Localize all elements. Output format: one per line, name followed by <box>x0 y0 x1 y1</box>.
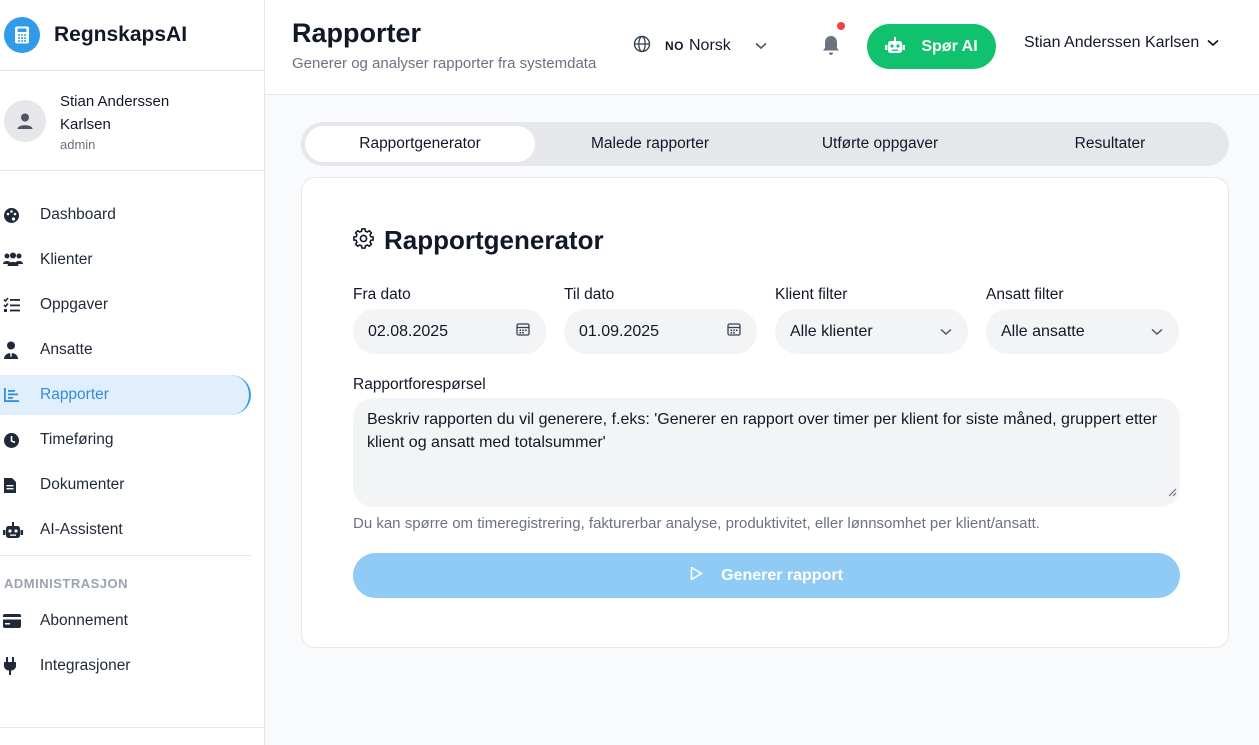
employee-filter-select[interactable]: Alle ansatte <box>986 309 1179 354</box>
document-icon <box>3 473 27 497</box>
robot-icon <box>3 518 27 542</box>
tab-resultater[interactable]: Resultater <box>995 126 1225 162</box>
from-date-label: Fra dato <box>353 286 411 303</box>
chart-icon <box>3 383 27 407</box>
sidebar-footer-divider <box>0 727 264 728</box>
to-date-label: Til dato <box>564 286 615 303</box>
chevron-down-icon <box>1151 323 1163 341</box>
sidebar-item-label: Dashboard <box>40 206 116 223</box>
client-filter-value: Alle klienter <box>790 322 873 340</box>
calendar-icon[interactable] <box>516 322 530 341</box>
language-name: Norsk <box>689 37 731 54</box>
sidebar-item-oppgaver[interactable]: Oppgaver <box>0 285 264 325</box>
sidebar-item-ansatte[interactable]: Ansatte <box>0 330 264 370</box>
request-hint: Du kan spørre om timeregistrering, faktu… <box>353 515 1040 532</box>
report-generator-card: Rapportgenerator Fra dato 02.08.2025 Til… <box>301 177 1229 648</box>
employee-icon <box>3 338 27 362</box>
admin-section-heading: ADMINISTRASJON <box>4 576 129 591</box>
tab-rapportgenerator[interactable]: Rapportgenerator <box>305 126 535 162</box>
calendar-icon[interactable] <box>727 322 741 341</box>
to-date-field: Til dato 01.09.2025 <box>564 286 757 354</box>
from-date-value: 02.08.2025 <box>368 322 449 340</box>
user-menu-name: Stian Anderssen Karlsen <box>1024 34 1200 51</box>
ask-ai-label: Spør AI <box>921 37 978 55</box>
employee-filter-field: Ansatt filter Alle ansatte <box>986 286 1179 354</box>
chevron-down-icon <box>755 37 767 55</box>
sidebar-nav: Dashboard Klienter Oppgaver Ansatte Rapp… <box>0 171 264 686</box>
ask-ai-button[interactable]: Spør AI <box>867 24 996 69</box>
user-menu[interactable]: Stian Anderssen Karlsen <box>1024 34 1219 52</box>
sidebar-item-label: Ansatte <box>40 341 93 358</box>
request-textarea[interactable]: Beskriv rapporten du vil generere, f.eks… <box>353 398 1180 507</box>
app-name: RegnskapsAI <box>54 23 188 46</box>
sidebar: RegnskapsAI Stian Anderssen Karlsen admi… <box>0 0 265 745</box>
top-header: Rapporter Generer og analyser rapporter … <box>265 0 1259 95</box>
chevron-down-icon <box>940 323 952 341</box>
globe-icon <box>633 35 651 58</box>
user-profile: Stian Anderssen Karlsen admin <box>0 71 264 171</box>
language-code: NO <box>665 39 684 53</box>
card-title-text: Rapportgenerator <box>384 225 604 255</box>
credit-card-icon <box>3 609 27 633</box>
sidebar-item-timeforing[interactable]: Timeføring <box>0 420 264 460</box>
brand[interactable]: RegnskapsAI <box>0 0 264 71</box>
bell-icon <box>821 36 841 60</box>
sidebar-item-label: Abonnement <box>40 612 128 629</box>
sidebar-item-label: Rapporter <box>40 386 109 403</box>
sidebar-item-label: Dokumenter <box>40 476 125 493</box>
sidebar-item-label: Integrasjoner <box>40 657 131 674</box>
sidebar-divider <box>0 555 251 556</box>
employee-filter-label: Ansatt filter <box>986 286 1064 303</box>
page-subtitle: Generer og analyser rapporter fra system… <box>292 55 597 72</box>
robot-icon <box>885 36 906 57</box>
sidebar-item-label: Oppgaver <box>40 296 109 313</box>
sidebar-item-klienter[interactable]: Klienter <box>0 240 264 280</box>
card-title: Rapportgenerator <box>353 225 604 256</box>
sidebar-item-dashboard[interactable]: Dashboard <box>0 195 264 235</box>
sidebar-item-abonnement[interactable]: Abonnement <box>0 601 264 641</box>
notification-badge <box>837 22 845 30</box>
generate-report-label: Generer rapport <box>721 566 843 584</box>
clock-icon <box>3 428 27 452</box>
plug-icon <box>3 654 27 678</box>
person-icon <box>17 113 33 129</box>
resize-handle-icon[interactable] <box>1168 481 1177 504</box>
to-date-input[interactable]: 01.09.2025 <box>564 309 757 354</box>
play-icon <box>690 566 703 586</box>
page-title: Rapporter <box>292 18 422 48</box>
sidebar-item-dokumenter[interactable]: Dokumenter <box>0 465 264 505</box>
sidebar-item-integrasjoner[interactable]: Integrasjoner <box>0 646 264 686</box>
palette-icon <box>3 203 27 227</box>
people-icon <box>3 248 27 272</box>
sidebar-item-ai-assistent[interactable]: AI-Assistent <box>0 510 264 550</box>
tab-malede-rapporter[interactable]: Malede rapporter <box>535 126 765 162</box>
checklist-icon <box>3 293 27 317</box>
profile-name: Stian Anderssen Karlsen <box>60 92 170 133</box>
profile-role: admin <box>60 136 96 152</box>
client-filter-select[interactable]: Alle klienter <box>775 309 968 354</box>
from-date-input[interactable]: 02.08.2025 <box>353 309 546 354</box>
request-placeholder: Beskriv rapporten du vil generere, f.eks… <box>367 411 1158 451</box>
gear-icon <box>353 227 374 254</box>
language-selector[interactable]: NO Norsk <box>633 34 767 58</box>
sidebar-item-label: AI-Assistent <box>40 521 123 538</box>
to-date-value: 01.09.2025 <box>579 322 660 340</box>
sidebar-item-label: Klienter <box>40 251 93 268</box>
avatar <box>4 99 46 142</box>
from-date-field: Fra dato 02.08.2025 <box>353 286 546 354</box>
report-tabs: Rapportgenerator Malede rapporter Utført… <box>301 122 1229 166</box>
calculator-icon <box>4 17 40 53</box>
employee-filter-value: Alle ansatte <box>1001 322 1085 340</box>
sidebar-item-label: Timeføring <box>40 431 114 448</box>
generate-report-button[interactable]: Generer rapport <box>353 553 1180 598</box>
notifications-button[interactable] <box>821 22 845 60</box>
client-filter-field: Klient filter Alle klienter <box>775 286 968 354</box>
tab-utforte-oppgaver[interactable]: Utførte oppgaver <box>765 126 995 162</box>
request-label: Rapportforespørsel <box>353 376 486 393</box>
chevron-down-icon <box>1207 34 1219 52</box>
sidebar-item-rapporter[interactable]: Rapporter <box>0 375 251 415</box>
client-filter-label: Klient filter <box>775 286 848 303</box>
